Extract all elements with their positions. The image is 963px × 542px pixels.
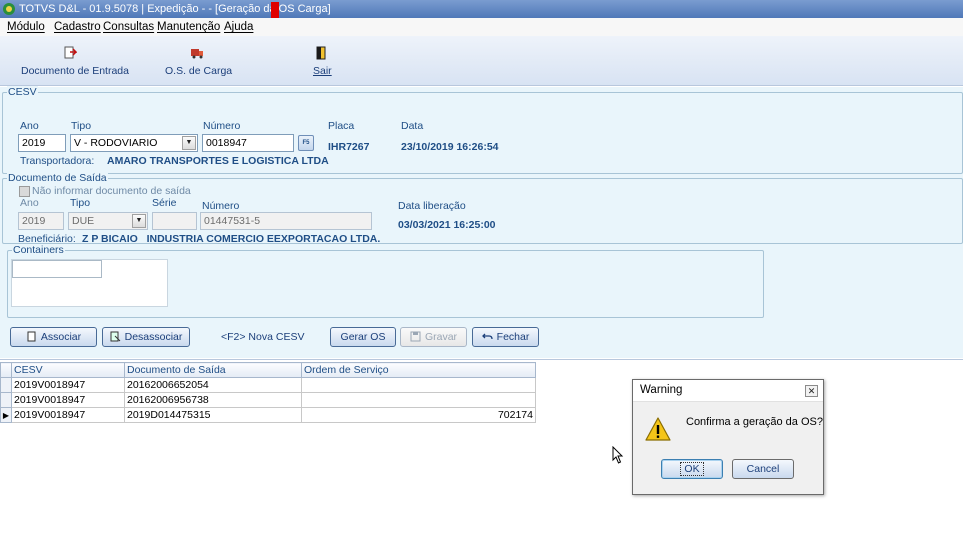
cesv-numero-field[interactable]: 0018947 xyxy=(202,134,294,152)
cesv-data-value: 23/10/2019 16:26:54 xyxy=(401,141,499,153)
containers-list[interactable] xyxy=(11,259,168,307)
documento-saida-group-title: Documento de Saída xyxy=(7,172,108,184)
document-entry-icon xyxy=(64,46,77,59)
cell-documento[interactable]: 2019D014475315 xyxy=(124,407,302,423)
grid-header-ordem[interactable]: Ordem de Serviço xyxy=(301,362,536,378)
menu-bar: Módulo Cadastro Consultas Manutenção Aju… xyxy=(0,18,963,36)
transportadora-value: AMARO TRANSPORTES E LOGISTICA LTDA xyxy=(107,155,329,167)
dialog-title: Warning xyxy=(640,384,683,396)
documento-entrada-button[interactable]: Documento de Entrada xyxy=(18,36,129,86)
data-liberacao-value: 03/03/2021 16:25:00 xyxy=(398,219,496,231)
desassociar-button[interactable]: Desassociar xyxy=(102,327,190,347)
window-title: TOTVS D&L - 01.9.5078 | Expedição - - [G… xyxy=(19,3,331,15)
saida-ano-field[interactable]: 2019 xyxy=(18,212,64,230)
cesv-placa-value: IHR7267 xyxy=(328,141,370,153)
gravar-button[interactable]: Gravar xyxy=(400,327,467,347)
gerar-os-button[interactable]: Gerar OS xyxy=(330,327,396,347)
title-bar: TOTVS D&L - 01.9.5078 | Expedição - - [G… xyxy=(0,0,963,18)
document-icon xyxy=(27,331,36,342)
cesv-search-button[interactable]: F5 xyxy=(298,135,314,151)
current-row-indicator-icon: ▶ xyxy=(0,407,12,423)
associar-button[interactable]: Associar xyxy=(10,327,97,347)
menu-manutencao[interactable]: Manutenção xyxy=(157,18,220,36)
saida-numero-field[interactable]: 01447531-5 xyxy=(200,212,372,230)
cesv-ano-label: Ano xyxy=(20,120,39,132)
cesv-placa-label: Placa xyxy=(328,120,355,132)
unlink-document-icon xyxy=(110,331,120,342)
cell-documento[interactable]: 20162006956738 xyxy=(124,392,302,408)
nao-informar-label: Não informar documento de saída xyxy=(32,185,191,197)
mouse-cursor-icon xyxy=(612,446,624,464)
exit-door-icon xyxy=(316,46,326,60)
cesv-numero-label: Número xyxy=(203,120,241,132)
saida-serie-label: Série xyxy=(152,197,177,209)
containers-group-title: Containers xyxy=(12,244,65,256)
cell-cesv[interactable]: 2019V0018947 xyxy=(11,407,125,423)
saida-ano-label: Ano xyxy=(20,197,39,209)
saida-numero-label: Número xyxy=(202,200,240,212)
cesv-data-label: Data xyxy=(401,120,424,132)
menu-ajuda[interactable]: Ajuda xyxy=(224,18,253,36)
chevron-down-icon[interactable]: ▼ xyxy=(132,214,146,228)
chevron-down-icon[interactable]: ▼ xyxy=(182,136,196,150)
warning-dialog: Warning ✕ Confirma a geração da OS? OK C… xyxy=(632,379,824,495)
warning-icon xyxy=(645,417,671,441)
undo-arrow-icon xyxy=(481,333,493,340)
menu-modulo[interactable]: Módulo xyxy=(7,18,45,36)
cell-cesv[interactable]: 2019V0018947 xyxy=(11,377,125,393)
app-logo-icon xyxy=(3,3,15,15)
transportadora-label: Transportadora: xyxy=(20,155,95,167)
action-bar: Associar Desassociar <F2> Nova CESV Gera… xyxy=(0,323,963,353)
sair-button[interactable]: Sair xyxy=(304,36,338,86)
beneficiario-value: Z P BICAIO INDUSTRIA COMERCIO EEXPORTACA… xyxy=(82,233,381,245)
cancel-button[interactable]: Cancel xyxy=(732,459,794,479)
table-row[interactable]: ▶ 2019V0018947 2019D014475315 702174 xyxy=(0,407,536,423)
saida-tipo-select[interactable]: DUE ▼ xyxy=(68,212,148,230)
cell-cesv[interactable]: 2019V0018947 xyxy=(11,392,125,408)
cell-documento[interactable]: 20162006652054 xyxy=(124,377,302,393)
cesv-ano-field[interactable]: 2019 xyxy=(18,134,66,152)
saida-serie-field[interactable] xyxy=(152,212,197,230)
close-icon[interactable]: ✕ xyxy=(805,385,818,397)
nao-informar-checkbox[interactable] xyxy=(19,186,30,197)
form-area: CESV Ano 2019 Tipo V - RODOVIARIO ▼ Núme… xyxy=(0,86,963,358)
ok-button[interactable]: OK xyxy=(661,459,723,479)
table-row[interactable]: 2019V0018947 20162006956738 xyxy=(0,392,536,408)
row-indicator xyxy=(0,392,12,408)
toolbar: Documento de Entrada O.S. de Carga Sair xyxy=(0,36,963,86)
grid-header-indicator xyxy=(0,362,12,378)
grid-header-cesv[interactable]: CESV xyxy=(11,362,125,378)
save-icon xyxy=(410,331,421,342)
red-marker xyxy=(271,2,279,18)
cell-ordem[interactable] xyxy=(301,392,536,408)
containers-input[interactable] xyxy=(12,260,102,278)
cell-ordem[interactable] xyxy=(301,377,536,393)
cell-ordem[interactable]: 702174 xyxy=(301,407,536,423)
dialog-title-bar: Warning ✕ xyxy=(633,380,823,402)
table-row[interactable]: 2019V0018947 20162006652054 xyxy=(0,377,536,393)
cesv-tipo-label: Tipo xyxy=(71,120,92,132)
fechar-button[interactable]: Fechar xyxy=(472,327,539,347)
cesv-grid: CESV Documento de Saída Ordem de Serviço… xyxy=(0,362,536,423)
row-indicator xyxy=(0,377,12,393)
nova-cesv-hint: <F2> Nova CESV xyxy=(221,331,305,343)
menu-cadastro[interactable]: Cadastro xyxy=(54,18,101,36)
cesv-group-title: CESV xyxy=(7,86,38,98)
os-carga-button[interactable]: O.S. de Carga xyxy=(160,36,232,86)
cesv-tipo-select[interactable]: V - RODOVIARIO ▼ xyxy=(70,134,198,152)
dialog-message: Confirma a geração da OS? xyxy=(686,416,823,428)
truck-icon xyxy=(191,49,203,59)
grid-header-documento[interactable]: Documento de Saída xyxy=(124,362,302,378)
menu-consultas[interactable]: Consultas xyxy=(103,18,154,36)
saida-tipo-label: Tipo xyxy=(70,197,91,209)
data-liberacao-label: Data liberação xyxy=(398,200,466,212)
